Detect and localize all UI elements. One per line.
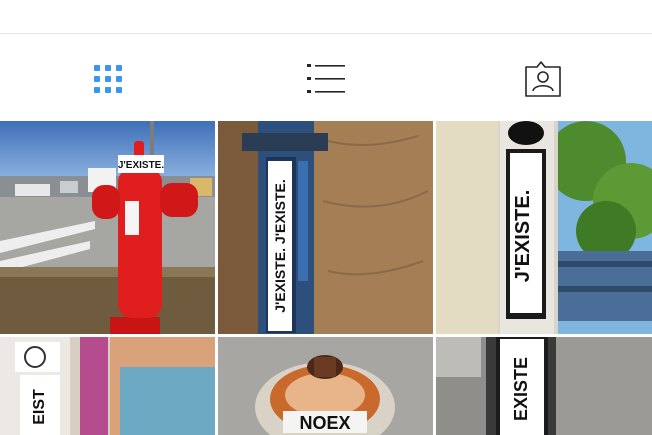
posts-grid: J'EXISTE. J'EXISTE. J'EXISTE. J'EXISTE. … xyxy=(0,121,652,435)
post-image: NOEX xyxy=(218,337,433,435)
post-image: J'EXISTE. J'EXISTE. xyxy=(218,121,433,334)
svg-text:J'EXISTE.: J'EXISTE. xyxy=(512,190,534,283)
post-image: J'EXISTE. xyxy=(436,121,652,334)
svg-text:EXISTE: EXISTE xyxy=(511,357,531,421)
post-thumbnail[interactable]: EIST xyxy=(0,337,215,435)
post-thumbnail[interactable]: EXISTE xyxy=(436,337,652,435)
grid-icon xyxy=(94,65,122,93)
header-partial-text xyxy=(24,0,134,4)
tab-tagged-view[interactable] xyxy=(521,57,565,101)
post-thumbnail[interactable]: NOEX xyxy=(218,337,433,435)
svg-text:EIST: EIST xyxy=(31,389,48,425)
post-image: EIST xyxy=(0,337,215,435)
list-icon xyxy=(307,64,345,93)
svg-text:NOEX: NOEX xyxy=(299,413,350,433)
tab-list-view[interactable] xyxy=(304,57,348,101)
post-image: EXISTE xyxy=(436,337,652,435)
profile-header-strip xyxy=(0,0,652,34)
post-thumbnail[interactable]: J'EXISTE. xyxy=(436,121,652,334)
svg-text:J'EXISTE.: J'EXISTE. xyxy=(118,160,165,171)
svg-text:J'EXISTE. J'EXISTE.: J'EXISTE. J'EXISTE. xyxy=(272,179,288,313)
post-image: J'EXISTE. xyxy=(0,121,215,334)
post-thumbnail[interactable]: J'EXISTE. J'EXISTE. xyxy=(218,121,433,334)
view-tabs xyxy=(0,35,652,121)
tagged-person-icon xyxy=(525,61,561,97)
post-thumbnail[interactable]: J'EXISTE. xyxy=(0,121,215,334)
tab-grid-view[interactable] xyxy=(86,57,130,101)
